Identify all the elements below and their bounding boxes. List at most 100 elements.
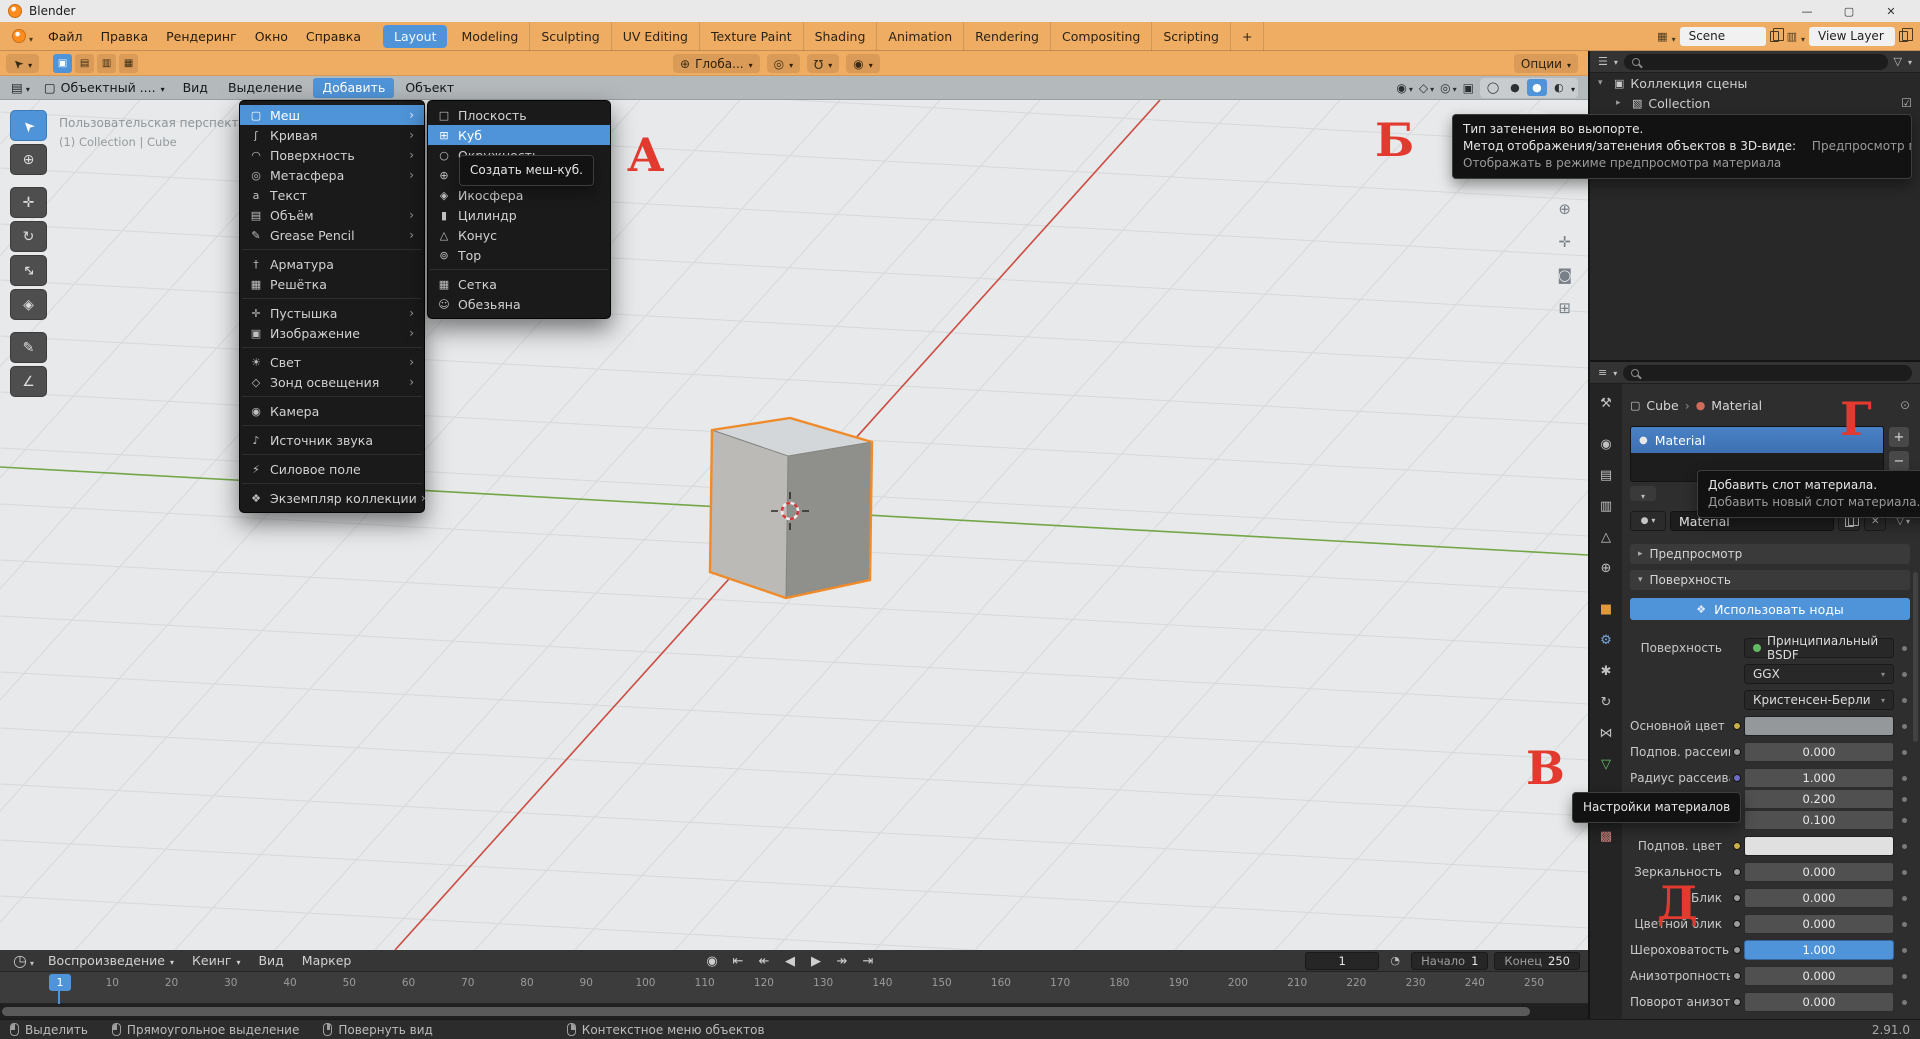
- remove-material-slot-button[interactable]: −: [1888, 450, 1910, 472]
- pan-icon[interactable]: ✛: [1558, 233, 1571, 251]
- topbar-menu-1[interactable]: Правка: [92, 22, 158, 51]
- mesh-menu-item-4[interactable]: ◈Икосфера: [428, 185, 610, 205]
- use-nodes-button[interactable]: ❖ Использовать ноды: [1630, 598, 1910, 620]
- transform-tool[interactable]: ◈: [10, 289, 47, 320]
- breadcrumb-material[interactable]: Material: [1711, 398, 1762, 413]
- snap-toggle[interactable]: Ω: [807, 54, 839, 73]
- transform-orientation-dropdown[interactable]: ⊕ Глоба...: [673, 54, 760, 73]
- workspace-tab-8[interactable]: Compositing: [1051, 22, 1152, 51]
- add-menu-item-16[interactable]: ❖Экземпляр коллекции›: [240, 488, 424, 508]
- select-box-tool[interactable]: ➤: [10, 110, 47, 141]
- prev-keyframe-icon[interactable]: ↞: [752, 952, 776, 970]
- view-layer-selector[interactable]: ▥ View Layer: [1787, 27, 1908, 46]
- add-material-slot-button[interactable]: +: [1888, 426, 1910, 448]
- timeline-menu-0[interactable]: Воспроизведение: [39, 953, 183, 968]
- expand-icon[interactable]: ▸: [1616, 98, 1626, 108]
- editor-type-button[interactable]: ▤: [6, 80, 35, 95]
- preview-section-header[interactable]: ▸ Предпросмотр: [1630, 544, 1910, 564]
- vector-field-0[interactable]: 1.000: [1744, 768, 1894, 788]
- select-mode-set-icon[interactable]: ▣: [53, 54, 72, 73]
- tab-render[interactable]: ◉: [1592, 431, 1620, 457]
- scene-selector[interactable]: ▦ Scene: [1657, 27, 1778, 46]
- mesh-menu-item-8[interactable]: ▦Сетка: [428, 274, 610, 294]
- workspace-tab-6[interactable]: Animation: [877, 22, 964, 51]
- cursor-tool[interactable]: ⊕: [10, 144, 47, 175]
- menu-add[interactable]: Добавить: [313, 78, 394, 98]
- property-slider[interactable]: 0.000: [1744, 862, 1894, 882]
- property-dropdown[interactable]: GGX▾: [1744, 664, 1894, 684]
- outliner-row-scene-collection[interactable]: ▾ ▣ Коллекция сцены: [1590, 73, 1920, 93]
- show-overlays-icon[interactable]: ◎: [1440, 81, 1457, 95]
- select-mode-intersect-icon[interactable]: ▦: [119, 54, 138, 73]
- frame-end-field[interactable]: Конец 250: [1494, 952, 1580, 970]
- workspace-tab-1[interactable]: Modeling: [450, 22, 530, 51]
- add-menu-item-9[interactable]: ✛Пустышка›: [240, 303, 424, 323]
- outliner-row-collection[interactable]: ▸ ▧ Collection ☑: [1590, 93, 1920, 113]
- blender-menu-button[interactable]: [6, 27, 39, 46]
- browse-material-dropdown[interactable]: ●: [1630, 511, 1666, 531]
- workspace-tab-2[interactable]: Sculpting: [530, 22, 611, 51]
- mesh-menu-item-9[interactable]: ☺Обезьяна: [428, 294, 610, 314]
- workspace-tab-3[interactable]: UV Editing: [612, 22, 700, 51]
- property-slider[interactable]: 0.000: [1744, 888, 1894, 908]
- new-scene-icon[interactable]: [1770, 31, 1779, 42]
- filter-icon[interactable]: ▽: [1894, 55, 1902, 68]
- topbar-menu-0[interactable]: Файл: [39, 22, 92, 51]
- add-menu-item-1[interactable]: ʃКривая›: [240, 125, 424, 145]
- mesh-menu-item-7[interactable]: ⊚Тор: [428, 245, 610, 265]
- annotate-tool[interactable]: ✎: [10, 332, 47, 363]
- pivot-point-dropdown[interactable]: ◎: [767, 54, 801, 73]
- slot-specials-button[interactable]: [1630, 486, 1656, 501]
- tab-output[interactable]: ▤: [1592, 462, 1620, 488]
- tab-particles[interactable]: ✱: [1592, 658, 1620, 684]
- playhead-frame-badge[interactable]: 1: [49, 974, 71, 991]
- properties-scrollbar[interactable]: [1913, 572, 1918, 742]
- surface-section-header[interactable]: ▾ Поверхность: [1630, 570, 1910, 590]
- play-reverse-icon[interactable]: ◀: [778, 952, 802, 970]
- chevron-down-icon[interactable]: [1571, 80, 1575, 95]
- outliner-editor-icon[interactable]: ☰: [1598, 55, 1608, 68]
- wireframe-shading-icon[interactable]: ◯: [1483, 79, 1503, 96]
- window-maximize-button[interactable]: ▢: [1828, 0, 1870, 22]
- add-workspace-button[interactable]: +: [1231, 22, 1264, 51]
- tab-tool[interactable]: ⚒: [1592, 390, 1620, 416]
- add-menu-item-13[interactable]: ◉Камера: [240, 401, 424, 421]
- property-dropdown[interactable]: Принципиальный BSDF: [1744, 638, 1894, 658]
- add-menu-item-3[interactable]: ◎Метасфера›: [240, 165, 424, 185]
- mode-dropdown[interactable]: ▢ Объектный ....: [37, 80, 172, 95]
- mesh-menu-item-1[interactable]: ⊞Куб: [428, 125, 610, 145]
- add-menu-item-11[interactable]: ☀Свет›: [240, 352, 424, 372]
- tab-view-layer[interactable]: ▥: [1592, 493, 1620, 519]
- material-preview-shading-icon[interactable]: ●: [1527, 79, 1547, 96]
- autokey-icon[interactable]: ◉: [700, 952, 724, 970]
- topbar-menu-4[interactable]: Справка: [297, 22, 370, 51]
- property-slider[interactable]: 0.000: [1744, 966, 1894, 986]
- timeline-menu-1[interactable]: Кеинг: [183, 953, 249, 968]
- options-dropdown[interactable]: Опции: [1514, 54, 1578, 73]
- menu-select[interactable]: Выделение: [219, 78, 311, 98]
- tab-texture[interactable]: ▩: [1592, 823, 1620, 849]
- scale-tool[interactable]: ↔: [10, 255, 47, 286]
- frame-start-field[interactable]: Начало 1: [1411, 952, 1488, 970]
- property-slider[interactable]: 0.000: [1744, 992, 1894, 1012]
- mesh-menu-item-5[interactable]: ▮Цилиндр: [428, 205, 610, 225]
- add-menu-item-2[interactable]: ◠Поверхность›: [240, 145, 424, 165]
- property-slider[interactable]: 1.000: [1744, 940, 1894, 960]
- zoom-icon[interactable]: ⊕: [1558, 200, 1571, 218]
- timeline-ruler[interactable]: 1 11020304050607080901001101201301401501…: [0, 972, 1588, 1004]
- add-menu-item-10[interactable]: ▣Изображение›: [240, 323, 424, 343]
- view-layer-name-field[interactable]: View Layer: [1809, 27, 1895, 46]
- proportional-editing-toggle[interactable]: ◉: [846, 54, 880, 73]
- workspace-tab-4[interactable]: Texture Paint: [700, 22, 804, 51]
- jump-end-icon[interactable]: ⇥: [856, 952, 880, 970]
- expand-icon[interactable]: ▾: [1598, 78, 1608, 88]
- outliner-search-input[interactable]: [1624, 54, 1888, 70]
- solid-shading-icon[interactable]: ●: [1505, 79, 1525, 96]
- show-object-types-icon[interactable]: ◉: [1396, 81, 1413, 95]
- scene-name-field[interactable]: Scene: [1680, 27, 1766, 46]
- properties-search-input[interactable]: [1623, 365, 1912, 381]
- property-dropdown[interactable]: Кристенсен-Берли▾: [1744, 690, 1894, 710]
- timeline-menu-2[interactable]: Вид: [249, 953, 292, 968]
- play-icon[interactable]: ▶: [804, 952, 828, 970]
- tab-scene[interactable]: △: [1592, 524, 1620, 550]
